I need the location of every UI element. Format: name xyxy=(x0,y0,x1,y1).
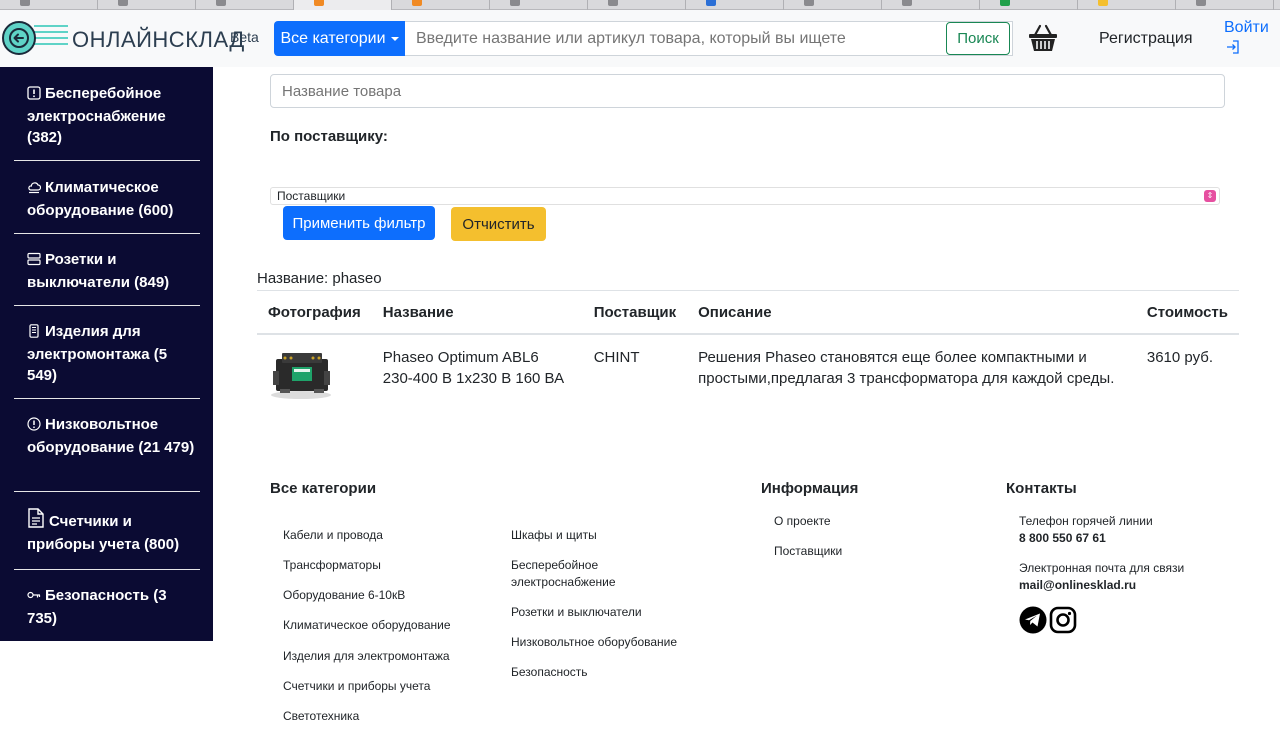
logo-lines xyxy=(34,25,68,51)
footer-category-link[interactable]: Климатическое оборудование xyxy=(283,617,451,634)
footer-categories-title: Все категории xyxy=(270,480,377,497)
browser-tab[interactable] xyxy=(686,0,784,10)
sidebar-item-label: Розетки и выключатели (849) xyxy=(27,251,170,291)
sidebar-item-ups[interactable]: Бесперебойное электроснабжение (382) xyxy=(14,79,200,161)
results-caption: Название: phaseo xyxy=(257,270,382,287)
footer-category-link[interactable]: Трансформаторы xyxy=(283,557,381,574)
sidebar-item-label: Бесперебойное электроснабжение (382) xyxy=(27,85,166,146)
product-photo-cell xyxy=(257,334,372,413)
footer-category-link[interactable]: Счетчики и приборы учета xyxy=(283,678,430,695)
sidebar-item-label: Безопасность (3 735) xyxy=(27,587,167,627)
site-header: ОНЛАЙНСКЛАД Beta Все категории Поиск Рег… xyxy=(0,10,1280,67)
cart-basket-icon[interactable] xyxy=(1028,24,1058,52)
browser-tab[interactable] xyxy=(0,0,98,10)
document-icon xyxy=(27,508,45,534)
product-name[interactable]: Phaseo Optimum ABL6 230-400 В 1x230 В 16… xyxy=(372,334,583,413)
categories-dropdown-button[interactable]: Все категории xyxy=(274,21,405,56)
select-arrows-icon: ⇕ xyxy=(1204,190,1216,202)
login-icon[interactable] xyxy=(1226,40,1240,54)
footer-suppliers-link[interactable]: Поставщики xyxy=(774,543,842,560)
logo-text: ОНЛАЙНСКЛАД xyxy=(72,27,245,52)
col-supplier: Поставщик xyxy=(582,290,688,335)
browser-tab[interactable] xyxy=(784,0,882,10)
back-arrow-icon xyxy=(2,21,36,55)
supplier-select-value: Поставщики xyxy=(277,189,346,203)
browser-tab[interactable] xyxy=(980,0,1078,10)
sidebar-item-installation[interactable]: Изделия для электромонтажа (5 549) xyxy=(14,317,200,399)
supplier-filter-label: По поставщику: xyxy=(270,128,388,145)
table-header-row: Фотография Название Поставщик Описание С… xyxy=(257,290,1239,335)
phone-number[interactable]: 8 800 550 67 61 xyxy=(1019,530,1106,547)
footer-category-link[interactable]: Розетки и выключатели xyxy=(511,604,642,621)
phone-icon xyxy=(27,323,41,344)
footer-category-link[interactable]: Бесперебойное электроснабжение xyxy=(511,557,661,591)
hdd-stack-icon xyxy=(27,251,41,272)
product-description: Решения Phaseo становятся еще более комп… xyxy=(698,349,1115,387)
sidebar-item-climate[interactable]: Климатическое оборудование (600) xyxy=(14,173,200,234)
browser-tab[interactable] xyxy=(490,0,588,10)
footer-contacts-title: Контакты xyxy=(1006,480,1077,497)
product-name-input[interactable] xyxy=(270,74,1225,108)
col-photo: Фотография xyxy=(257,290,372,335)
register-link[interactable]: Регистрация xyxy=(1099,30,1193,48)
sidebar-item-label: Счетчики и приборы учета (800) xyxy=(27,513,180,553)
footer-category-link[interactable]: Оборудование 6-10кВ xyxy=(283,587,405,604)
browser-tab-strip xyxy=(0,0,1280,10)
footer-about-link[interactable]: О проекте xyxy=(774,513,831,530)
footer-category-link[interactable]: Кабели и провода xyxy=(283,527,383,544)
login-link[interactable]: Войти xyxy=(1224,19,1269,37)
search-button[interactable]: Поиск xyxy=(946,22,1010,55)
exclamation-square-icon xyxy=(27,85,41,106)
browser-tab-active[interactable] xyxy=(294,0,392,10)
product-supplier: CHINT xyxy=(593,349,640,366)
supplier-select[interactable]: Поставщики ⇕ xyxy=(270,187,1220,205)
email-label: Электронная почта для связи xyxy=(1019,561,1185,575)
sidebar-item-lowvoltage[interactable]: Низковольтное оборудование (21 479) xyxy=(14,410,200,492)
key-icon xyxy=(27,587,41,608)
category-sidebar: Бесперебойное электроснабжение (382) Кли… xyxy=(0,67,213,641)
footer-category-link[interactable]: Низковольтное оборубование xyxy=(511,634,677,651)
search-input[interactable] xyxy=(405,21,1013,56)
browser-tab[interactable] xyxy=(1078,0,1176,10)
sidebar-item-label: Климатическое оборудование (600) xyxy=(27,179,174,219)
cloud-icon xyxy=(27,179,42,200)
sidebar-item-label: Низковольтное оборудование (21 479) xyxy=(27,416,195,456)
footer-category-link[interactable]: Шкафы и щиты xyxy=(511,527,597,544)
col-description: Описание xyxy=(687,290,1136,335)
site-logo[interactable]: ОНЛАЙНСКЛАД Beta xyxy=(0,20,270,60)
browser-tab[interactable] xyxy=(98,0,196,10)
telegram-icon[interactable] xyxy=(1019,606,1047,634)
browser-tab[interactable] xyxy=(196,0,294,10)
results-table: Фотография Название Поставщик Описание С… xyxy=(257,290,1239,413)
footer-category-link[interactable]: Светотехника xyxy=(283,708,359,725)
browser-tab[interactable] xyxy=(1176,0,1274,10)
col-price: Стоимость xyxy=(1135,290,1239,335)
col-name: Название xyxy=(371,290,583,335)
logo-beta-badge: Beta xyxy=(230,29,259,45)
sidebar-item-label: Изделия для электромонтажа (5 549) xyxy=(27,323,168,384)
product-price: 3610 руб. xyxy=(1146,349,1213,366)
email-address[interactable]: mail@onlinesklad.ru xyxy=(1019,577,1136,594)
sidebar-item-sockets[interactable]: Розетки и выключатели (849) xyxy=(14,245,200,306)
footer-info-title: Информация xyxy=(761,480,859,497)
instagram-icon[interactable] xyxy=(1049,606,1077,634)
browser-tab[interactable] xyxy=(588,0,686,10)
phone-label: Телефон горячей линии xyxy=(1019,514,1153,528)
caret-down-icon xyxy=(390,36,399,41)
sidebar-item-meters[interactable]: Счетчики и приборы учета (800) xyxy=(14,503,200,570)
product-transformer-image[interactable] xyxy=(268,349,334,401)
footer-category-link[interactable]: Безопасность xyxy=(511,664,588,681)
table-row[interactable]: Phaseo Optimum ABL6 230-400 В 1x230 В 16… xyxy=(257,334,1239,413)
footer-category-link[interactable]: Изделия для электромонтажа xyxy=(283,648,450,665)
exclamation-circle-icon xyxy=(27,416,41,437)
browser-tab[interactable] xyxy=(392,0,490,10)
sidebar-item-security[interactable]: Безопасность (3 735) xyxy=(14,581,200,641)
apply-filter-button[interactable]: Применить фильтр xyxy=(283,206,435,240)
categories-button-label: Все категории xyxy=(280,29,386,47)
browser-tab[interactable] xyxy=(882,0,980,10)
clear-filter-button[interactable]: Отчистить xyxy=(451,207,546,241)
